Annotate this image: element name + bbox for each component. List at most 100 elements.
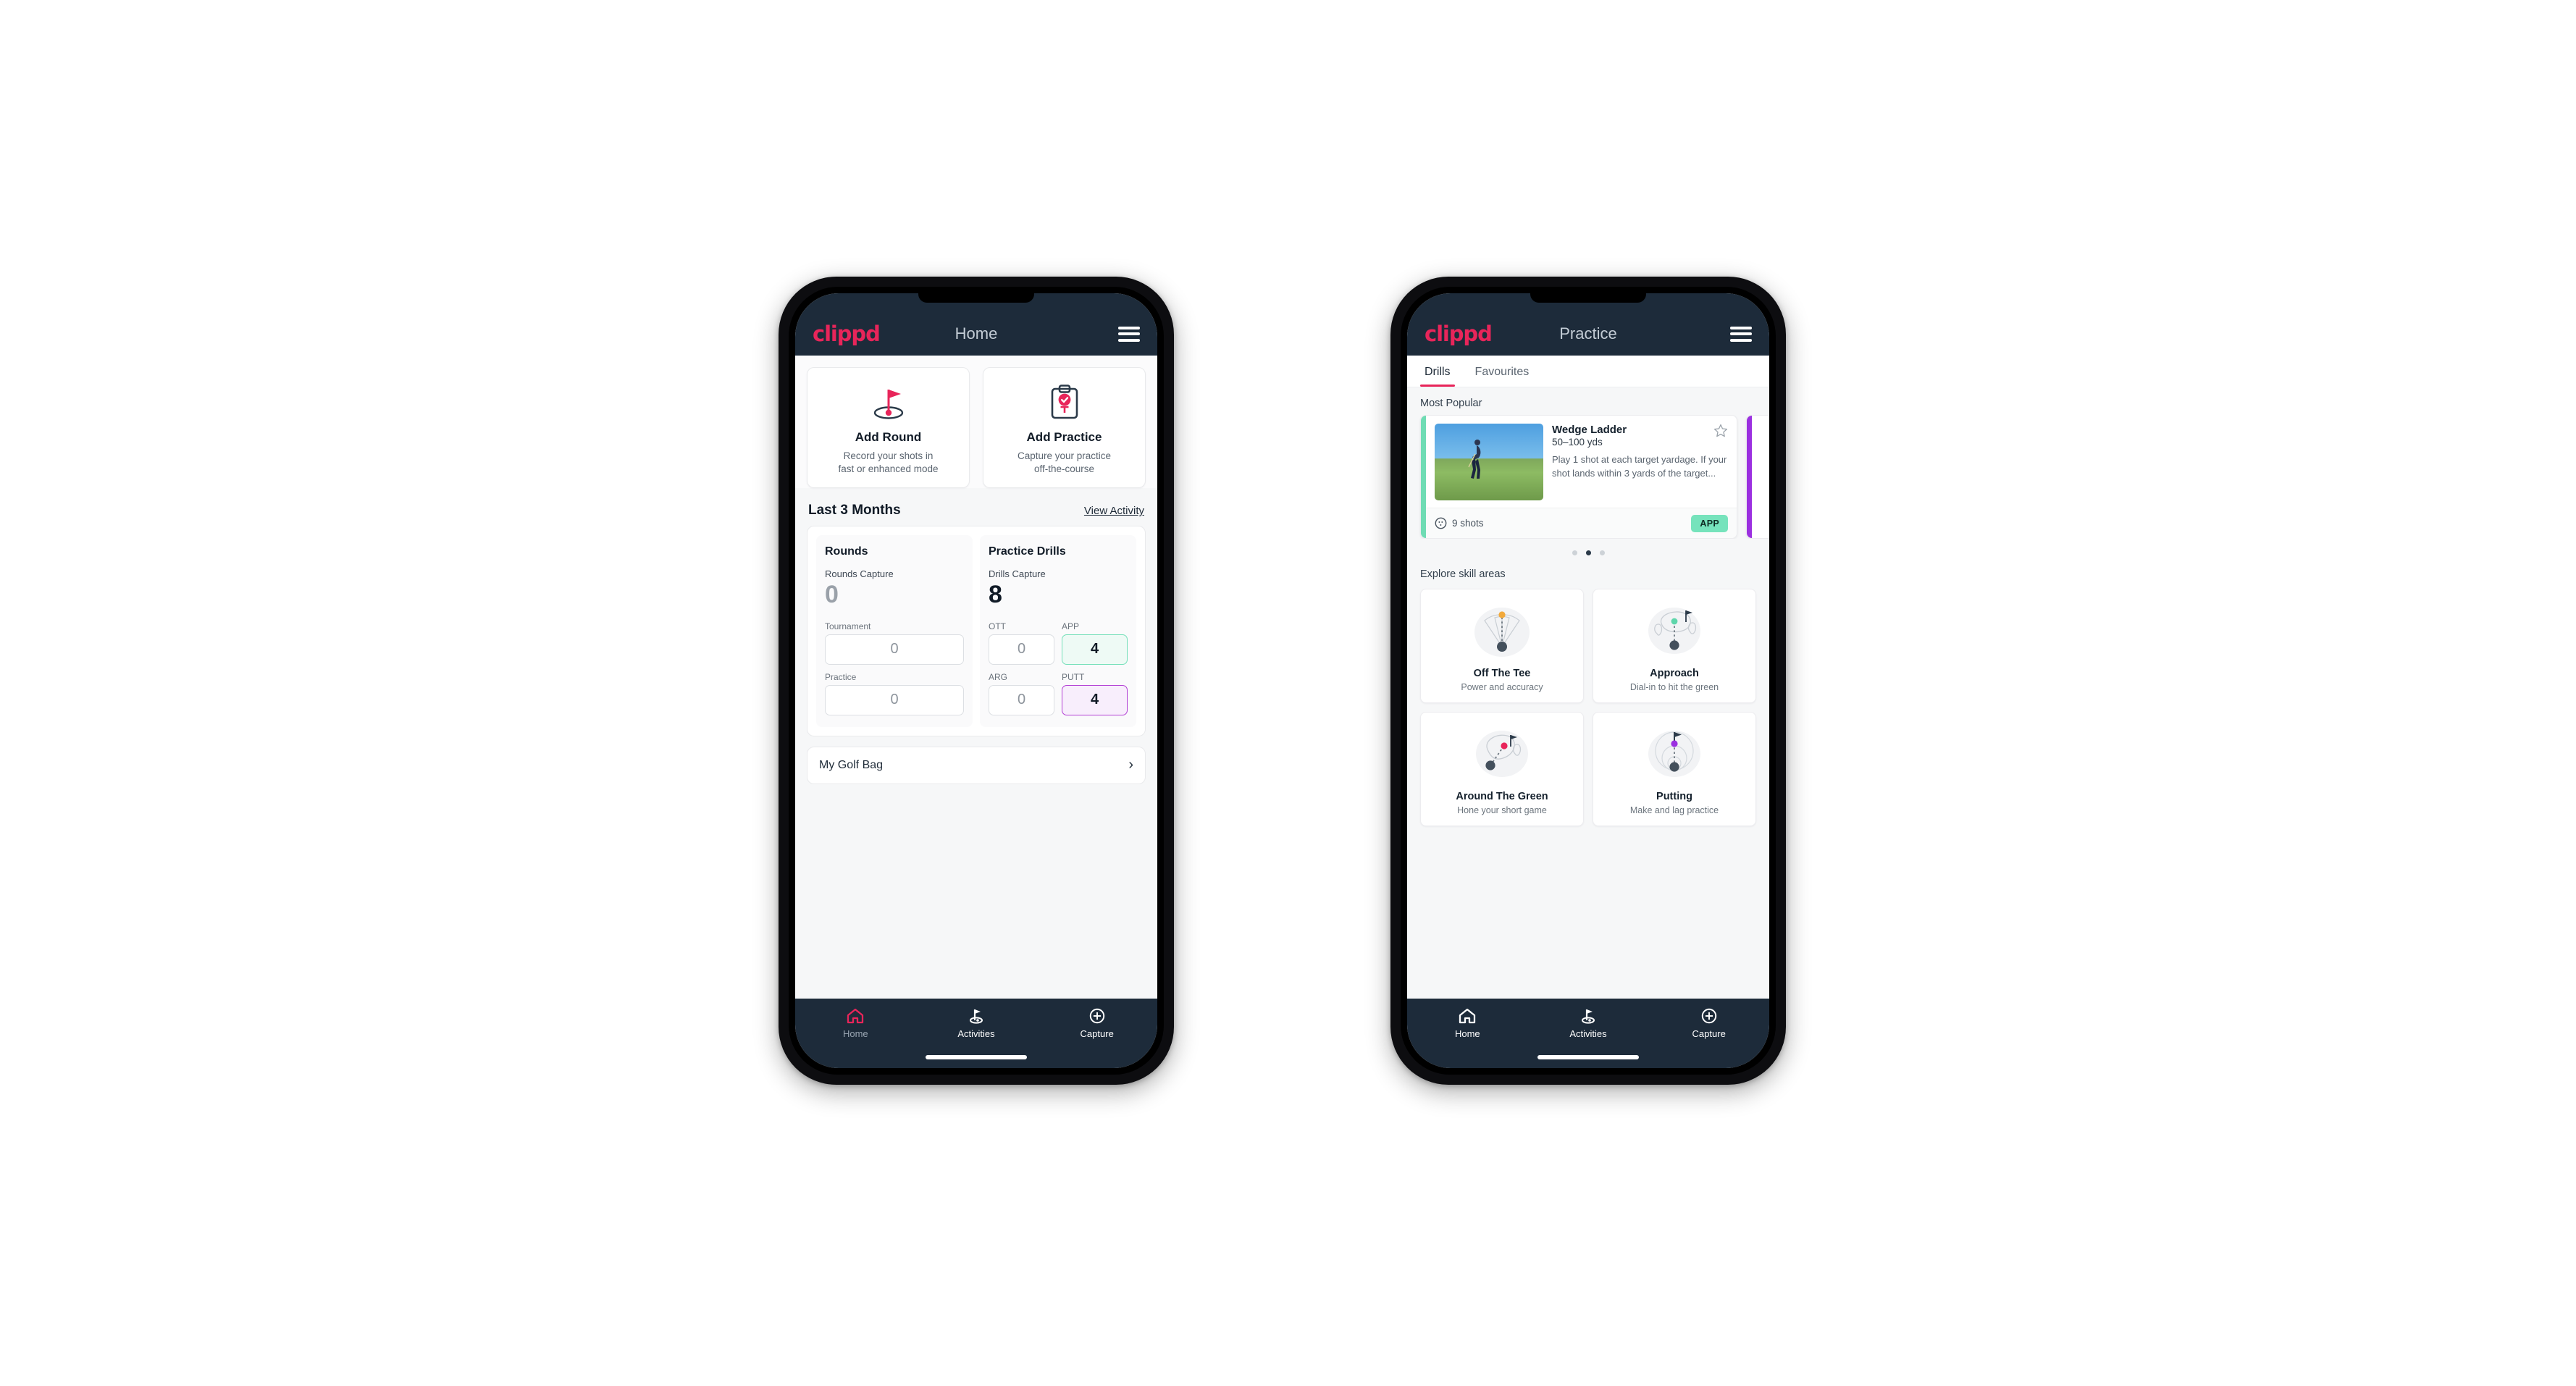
ott-value[interactable]: 0 [989, 634, 1054, 665]
practice-content: Most Popular Wedge Ladder 50–100 yds Pla… [1407, 387, 1769, 999]
drill-name: Wedge Ladder [1552, 424, 1627, 436]
nav-activities-label: Activities [957, 1028, 995, 1039]
screenshot-canvas: clippd Home Add Round Record your shots … [0, 0, 2576, 1386]
drill-card-next-peek[interactable] [1746, 415, 1769, 539]
drills-carousel[interactable]: Wedge Ladder 50–100 yds Play 1 shot at e… [1407, 415, 1769, 539]
skill-desc-around-the-green: Hone your short game [1457, 805, 1547, 815]
drills-heading: Practice Drills [989, 545, 1066, 558]
skill-desc-off-the-tee: Power and accuracy [1461, 682, 1543, 692]
last-3-months-header: Last 3 Months View Activity [795, 488, 1157, 526]
skill-name-around-the-green: Around The Green [1456, 791, 1548, 802]
add-practice-card[interactable]: Add Practice Capture your practice off-t… [983, 367, 1146, 489]
skill-card-approach[interactable]: Approach Dial-in to hit the green [1593, 589, 1756, 703]
phone-notch [918, 293, 1034, 303]
drills-capture-value: 8 [989, 581, 1002, 609]
arg-label: ARG [989, 671, 1008, 682]
skill-card-around-the-green[interactable]: Around The Green Hone your short game [1420, 712, 1584, 826]
carousel-dots [1407, 539, 1769, 558]
chip-green-icon [1427, 723, 1577, 785]
skill-areas-grid: Off The Tee Power and accuracy Approach … [1407, 586, 1769, 835]
clippd-logo-2[interactable]: clippd [1425, 323, 1493, 345]
bottom-nav-home: Home Activities Capture [795, 999, 1157, 1068]
home-icon [1459, 1008, 1476, 1024]
drill-card-wedge-ladder[interactable]: Wedge Ladder 50–100 yds Play 1 shot at e… [1420, 415, 1737, 539]
drill-card-inner: Wedge Ladder 50–100 yds Play 1 shot at e… [1426, 416, 1737, 538]
practice-tabs: Drills Favourites [1407, 356, 1769, 387]
clippd-logo[interactable]: clippd [813, 323, 881, 345]
nav-activities[interactable]: Activities [916, 1007, 1037, 1039]
app-label: APP [1062, 621, 1080, 631]
ott-field-group: OTT 0 [989, 621, 1054, 665]
drills-capture-label: Drills Capture [989, 568, 1046, 580]
phone-bezel-2: clippd Practice Drills Favourites Most P… [1401, 287, 1776, 1075]
drill-description: Play 1 shot at each target yardage. If y… [1552, 454, 1727, 479]
drill-shots-label: 9 shots [1452, 518, 1484, 529]
golfer-silhouette-icon [1468, 440, 1481, 479]
hamburger-icon-2[interactable] [1730, 326, 1752, 342]
rounds-capture-value: 0 [825, 581, 839, 609]
drill-accent-bar-next [1747, 416, 1752, 538]
view-activity-link[interactable]: View Activity [1084, 505, 1144, 517]
tab-drills[interactable]: Drills [1420, 356, 1455, 387]
stats-card: Rounds Rounds Capture 0 Tournament 0 Pra… [807, 526, 1146, 736]
drill-meta: Wedge Ladder 50–100 yds Play 1 shot at e… [1552, 424, 1728, 500]
quick-actions-row: Add Round Record your shots in fast or e… [795, 356, 1157, 489]
drill-shots: 9 shots [1435, 517, 1484, 529]
tournament-field-group: Tournament 0 [825, 621, 964, 665]
skill-card-off-the-tee[interactable]: Off The Tee Power and accuracy [1420, 589, 1584, 703]
practice-label: Practice [825, 671, 857, 682]
nav-capture-2[interactable]: Capture [1648, 1007, 1769, 1039]
star-outline-icon[interactable] [1713, 424, 1728, 438]
hamburger-icon[interactable] [1118, 326, 1140, 342]
section-title: Last 3 Months [808, 503, 901, 518]
ott-app-row: OTT 0 APP 4 [989, 621, 1128, 665]
drill-category-badge: APP [1691, 514, 1728, 532]
nav-capture[interactable]: Capture [1036, 1007, 1157, 1039]
nav-home-label-2: Home [1454, 1028, 1480, 1039]
drill-card-inner-next [1752, 416, 1769, 538]
skill-desc-approach: Dial-in to hit the green [1629, 682, 1719, 692]
add-practice-desc-2: off-the-course [1033, 463, 1095, 475]
plus-circle-icon [1701, 1008, 1716, 1024]
arg-field-group: ARG 0 [989, 672, 1054, 715]
tee-fan-icon [1427, 600, 1577, 662]
app-field-group: APP 4 [1062, 621, 1128, 665]
nav-home-2[interactable]: Home [1407, 1007, 1528, 1039]
add-practice-title: Add Practice [1026, 430, 1102, 444]
nav-activities-2[interactable]: Activities [1528, 1007, 1649, 1039]
app-value[interactable]: 4 [1062, 634, 1128, 665]
golf-flag-icon [1582, 1009, 1595, 1024]
carousel-dot-2[interactable] [1585, 550, 1591, 555]
green-target-icon [1599, 600, 1750, 662]
add-practice-desc-1: Capture your practice [1017, 450, 1112, 461]
drill-thumbnail [1435, 424, 1543, 500]
tournament-value[interactable]: 0 [825, 634, 964, 665]
phone-screen-home: clippd Home Add Round Record your shots … [795, 293, 1157, 1068]
drill-card-footer: 9 shots APP [1426, 508, 1737, 538]
golf-flag-hole-icon [815, 382, 962, 423]
drill-yardage: 50–100 yds [1552, 437, 1603, 448]
putt-field-group: PUTT 4 [1062, 672, 1128, 715]
clipboard-check-tee-icon [991, 382, 1138, 423]
tab-favourites[interactable]: Favourites [1471, 356, 1534, 387]
my-golf-bag-label: My Golf Bag [819, 758, 884, 771]
nav-home[interactable]: Home [795, 1007, 916, 1039]
practice-field-group: Practice 0 [825, 672, 964, 715]
golf-ball-icon [1435, 517, 1447, 529]
drill-card-body: Wedge Ladder 50–100 yds Play 1 shot at e… [1426, 416, 1737, 508]
arg-value[interactable]: 0 [989, 684, 1054, 715]
phone-mockup-home: clippd Home Add Round Record your shots … [779, 277, 1174, 1085]
skill-name-approach: Approach [1650, 668, 1699, 679]
home-indicator-2 [1537, 1055, 1639, 1059]
skill-name-putting: Putting [1656, 791, 1692, 802]
add-round-card[interactable]: Add Round Record your shots in fast or e… [807, 367, 970, 489]
home-content: Add Round Record your shots in fast or e… [795, 356, 1157, 999]
putt-value[interactable]: 4 [1062, 684, 1128, 715]
my-golf-bag-row[interactable]: My Golf Bag › [807, 746, 1146, 784]
practice-value[interactable]: 0 [825, 684, 964, 715]
chevron-right-icon: › [1128, 757, 1133, 773]
explore-skill-areas-label: Explore skill areas [1420, 568, 1506, 580]
skill-card-putting[interactable]: Putting Make and lag practice [1593, 712, 1756, 826]
carousel-dot-1[interactable] [1572, 550, 1577, 555]
carousel-dot-3[interactable] [1599, 550, 1605, 555]
